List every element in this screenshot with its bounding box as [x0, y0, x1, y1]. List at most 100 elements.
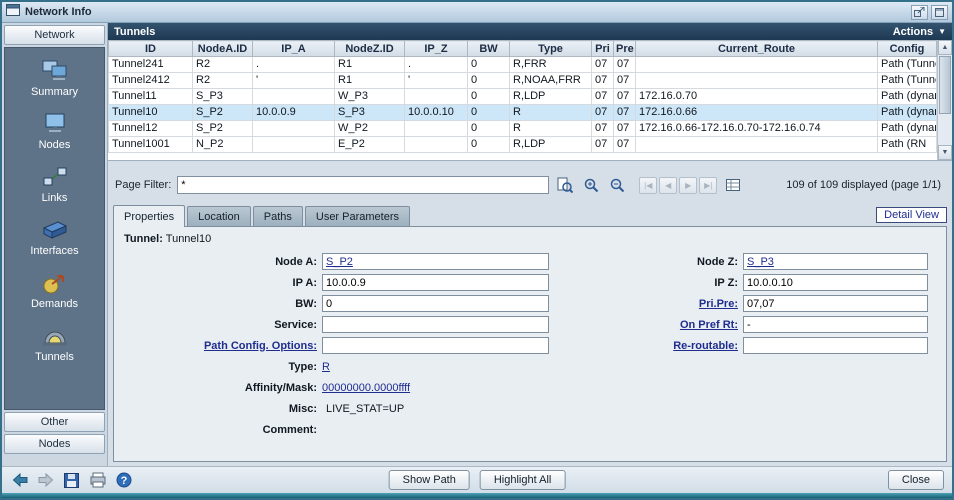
ip-a-label: IP A:	[122, 277, 322, 289]
sidebar-item-tunnels[interactable]: Tunnels	[5, 323, 104, 363]
service-field[interactable]	[322, 316, 549, 333]
tunnels-icon	[41, 323, 69, 349]
save-button[interactable]	[62, 471, 81, 490]
last-page-button[interactable]: ▶|	[699, 177, 717, 194]
ip-a-field[interactable]: 10.0.0.9	[322, 274, 549, 291]
network-nav-panel: Summary Nodes Links	[4, 47, 105, 410]
path-config-options-link[interactable]: Path Config. Options:	[122, 340, 322, 352]
spacer	[108, 161, 952, 173]
prev-page-button[interactable]: ◀	[659, 177, 677, 194]
help-button[interactable]: ?	[114, 471, 133, 490]
tunnel-row[interactable]: Tunnel12S_P2W_P20R0707172.16.0.66-172.16…	[109, 121, 937, 137]
network-section-button[interactable]: Network	[4, 25, 105, 45]
filter-search-button[interactable]	[555, 176, 575, 194]
first-page-button[interactable]: |◀	[639, 177, 657, 194]
zoom-in-button[interactable]	[581, 176, 601, 194]
scrollbar-thumb[interactable]	[939, 56, 951, 114]
path-config-options-field[interactable]	[322, 337, 549, 354]
column-header-ipa[interactable]: IP_A	[253, 41, 335, 57]
tunnel-row[interactable]: Tunnel241R2.R1.0R,FRR0707Path (Tunne	[109, 57, 937, 73]
on-pref-rt-link[interactable]: On Pref Rt:	[568, 319, 743, 331]
page-filter-label: Page Filter:	[115, 179, 171, 191]
type-label: Type:	[122, 361, 322, 373]
column-header-id[interactable]: ID	[109, 41, 193, 57]
pri-pre-link[interactable]: Pri.Pre:	[568, 298, 743, 310]
re-routable-link[interactable]: Re-routable:	[568, 340, 743, 352]
chevron-down-icon: ▼	[938, 28, 946, 36]
sidebar-item-label: Links	[42, 192, 68, 204]
scrollbar-track[interactable]	[938, 55, 952, 145]
other-section-button[interactable]: Other	[4, 412, 105, 432]
column-header-nodea[interactable]: NodeA.ID	[193, 41, 253, 57]
undock-button[interactable]	[911, 5, 928, 20]
title-bar: Network Info	[2, 2, 952, 23]
sidebar-item-links[interactable]: Links	[5, 164, 104, 204]
sidebar: Network Summary Nodes	[2, 23, 108, 466]
scroll-down-icon[interactable]: ▼	[938, 145, 952, 160]
sidebar-item-nodes[interactable]: Nodes	[5, 111, 104, 151]
sidebar-item-label: Nodes	[39, 139, 71, 151]
forward-icon	[37, 472, 55, 488]
sidebar-item-summary[interactable]: Summary	[5, 58, 104, 98]
sidebar-item-label: Interfaces	[30, 245, 78, 257]
re-routable-field[interactable]	[743, 337, 928, 354]
nodes-section-button[interactable]: Nodes	[4, 434, 105, 454]
tunnel-row[interactable]: Tunnel11S_P3W_P30R,LDP0707172.16.0.70Pat…	[109, 89, 937, 105]
page-list-button[interactable]	[723, 176, 743, 194]
print-button[interactable]	[88, 471, 107, 490]
tab-properties[interactable]: Properties	[113, 205, 185, 227]
node-a-link[interactable]: S_P2	[326, 256, 353, 268]
ip-z-field[interactable]: 10.0.0.10	[743, 274, 928, 291]
bw-field[interactable]: 0	[322, 295, 549, 312]
interfaces-icon	[41, 217, 69, 243]
tab-paths[interactable]: Paths	[253, 206, 303, 226]
column-header-type[interactable]: Type	[510, 41, 592, 57]
save-icon	[64, 473, 79, 488]
show-path-button[interactable]: Show Path	[389, 470, 470, 490]
node-z-label: Node Z:	[568, 256, 743, 268]
sidebar-filler	[4, 456, 105, 464]
back-icon	[11, 472, 29, 488]
column-header-nodez[interactable]: NodeZ.ID	[335, 41, 405, 57]
properties-panel: Tunnel: Tunnel10 Node A: S_P2 IP A: 10.0…	[113, 226, 947, 462]
forward-button[interactable]	[36, 471, 55, 490]
table-scrollbar[interactable]: ▲ ▼	[937, 40, 952, 160]
tunnel-row[interactable]: Tunnel1001N_P2E_P20R,LDP0707Path (RN	[109, 137, 937, 153]
page-filter-input[interactable]	[177, 176, 549, 194]
undock-icon	[914, 7, 925, 17]
back-button[interactable]	[10, 471, 29, 490]
actions-menu-button[interactable]: Actions ▼	[893, 26, 946, 38]
node-z-link[interactable]: S_P3	[747, 256, 774, 268]
column-header-config[interactable]: Config	[878, 41, 937, 57]
table-header-row: ID NodeA.ID IP_A NodeZ.ID IP_Z BW Type P…	[109, 41, 937, 57]
on-pref-rt-field[interactable]: -	[743, 316, 928, 333]
tab-location[interactable]: Location	[187, 206, 251, 226]
demands-icon	[42, 270, 68, 296]
tunnel-row-selected[interactable]: Tunnel10S_P210.0.0.9S_P310.0.0.100R07071…	[109, 105, 937, 121]
window-title: Network Info	[25, 6, 92, 18]
scroll-up-icon[interactable]: ▲	[938, 40, 952, 55]
close-button[interactable]: Close	[888, 470, 944, 490]
misc-value: LIVE_STAT=UP	[322, 403, 404, 415]
tunnel-row[interactable]: Tunnel2412R2'R1'0R,NOAA,FRR0707Path (Tun…	[109, 73, 937, 89]
sidebar-item-demands[interactable]: Demands	[5, 270, 104, 310]
column-header-ipz[interactable]: IP_Z	[405, 41, 468, 57]
next-page-button[interactable]: ▶	[679, 177, 697, 194]
pri-pre-field[interactable]: 07,07	[743, 295, 928, 312]
column-header-pre[interactable]: Pre	[614, 41, 636, 57]
zoom-out-button[interactable]	[607, 176, 627, 194]
sidebar-item-interfaces[interactable]: Interfaces	[5, 217, 104, 257]
service-label: Service:	[122, 319, 322, 331]
tunnels-panel-header: Tunnels Actions ▼	[108, 23, 952, 40]
highlight-all-button[interactable]: Highlight All	[480, 470, 565, 490]
type-value-link[interactable]: R	[322, 361, 330, 373]
misc-label: Misc:	[122, 403, 322, 415]
links-icon	[42, 164, 68, 190]
column-header-pri[interactable]: Pri	[592, 41, 614, 57]
maximize-button[interactable]	[931, 5, 948, 20]
column-header-current-route[interactable]: Current_Route	[636, 41, 878, 57]
affinity-mask-value-link[interactable]: 00000000.0000ffff	[322, 382, 410, 394]
column-header-bw[interactable]: BW	[468, 41, 510, 57]
detail-view-button[interactable]: Detail View	[876, 207, 947, 223]
tab-user-parameters[interactable]: User Parameters	[305, 206, 410, 226]
